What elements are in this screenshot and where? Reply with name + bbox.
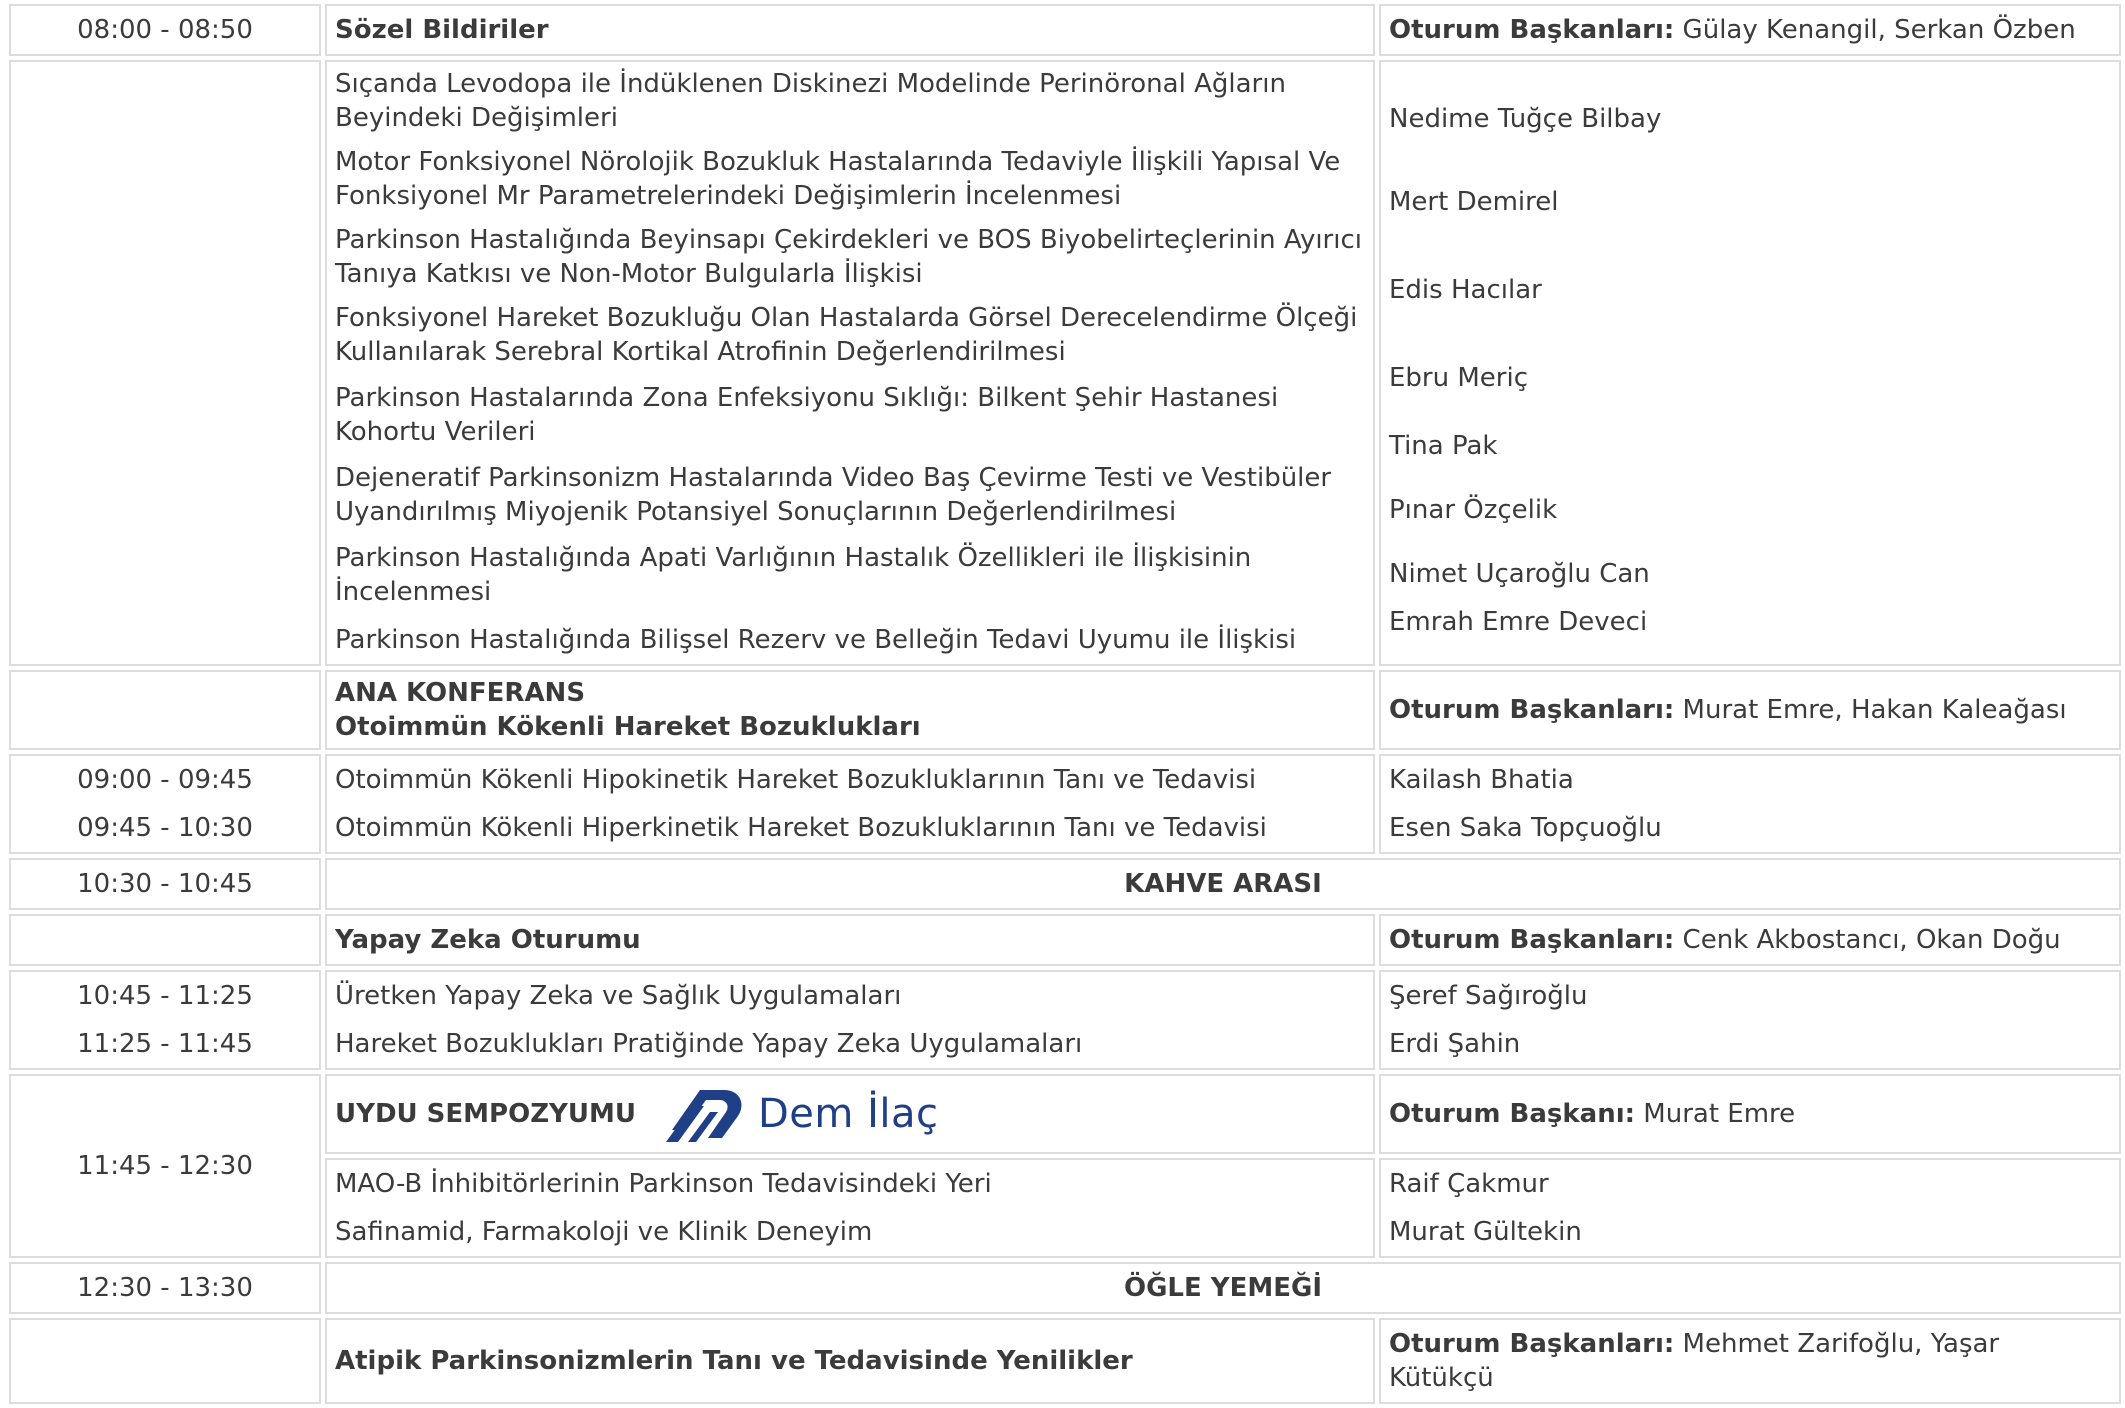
talk-titles: Sıçanda Levodopa ile İndüklenen Diskinez… — [325, 60, 1375, 666]
session-title: Sözel Bildiriler — [325, 4, 1375, 56]
speaker-name: Edis Hacılar — [1389, 275, 1542, 305]
session-header-row: Yapay Zeka Oturumu Oturum Başkanları: Ce… — [9, 914, 2121, 966]
speaker-name: Tina Pak — [1389, 431, 1498, 461]
talk-title: Sıçanda Levodopa ile İndüklenen Diskinez… — [335, 69, 1286, 133]
talks-row: 10:45 - 11:25 11:25 - 11:45 Üretken Yapa… — [9, 970, 2121, 1070]
time-cell-empty — [9, 670, 321, 750]
talk-titles: MAO-B İnhibitörlerinin Parkinson Tedavis… — [325, 1158, 1375, 1258]
speaker-name: Pınar Özçelik — [1389, 495, 1558, 525]
talk-titles: Üretken Yapay Zeka ve Sağlık Uygulamalar… — [325, 970, 1375, 1070]
talk-title: Motor Fonksiyonel Nörolojik Bozukluk Has… — [335, 147, 1341, 211]
chair-label: Oturum Başkanları: — [1389, 15, 1675, 45]
talk-title: Parkinson Hastalarında Zona Enfeksiyonu … — [335, 383, 1279, 447]
chair-names: Murat Emre — [1635, 1099, 1796, 1129]
talk-titles: Otoimmün Kökenli Hipokinetik Hareket Boz… — [325, 754, 1375, 854]
speaker-name: Nedime Tuğçe Bilbay — [1389, 104, 1662, 134]
talk-times: 10:45 - 11:25 11:25 - 11:45 — [9, 970, 321, 1070]
speaker-name: Mert Demirel — [1389, 187, 1559, 217]
time-cell-empty — [9, 914, 321, 966]
talk-title: Fonksiyonel Hareket Bozukluğu Olan Hasta… — [335, 303, 1358, 367]
chair-label: Oturum Başkanı: — [1389, 1099, 1636, 1129]
talk-title: Hareket Bozuklukları Pratiğinde Yapay Ze… — [335, 1029, 1083, 1059]
talks-row: MAO-B İnhibitörlerinin Parkinson Tedavis… — [9, 1158, 2121, 1258]
speaker-name: Nimet Uçaroğlu Can — [1389, 559, 1650, 589]
talk-title: Parkinson Hastalığında Apati Varlığının … — [335, 543, 1252, 607]
talk-title: Otoimmün Kökenli Hiperkinetik Hareket Bo… — [335, 813, 1267, 843]
session-chairs: Oturum Başkanları: Gülay Kenangil, Serka… — [1379, 4, 2121, 56]
time-cell-empty — [9, 60, 321, 666]
talks-row: 09:00 - 09:45 09:45 - 10:30 Otoimmün Kök… — [9, 754, 2121, 854]
talk-title: Parkinson Hastalığında Bilişsel Rezerv v… — [335, 625, 1297, 655]
session-header-row: Atipik Parkinsonizmlerin Tanı ve Tedavis… — [9, 1318, 2121, 1404]
chair-label: Oturum Başkanları: — [1389, 925, 1675, 955]
chair-names: Murat Emre, Hakan Kaleağası — [1674, 695, 2067, 725]
speaker-name: Kailash Bhatia — [1389, 765, 1574, 795]
speaker-name: Ebru Meriç — [1389, 363, 1529, 393]
session-header-row: ANA KONFERANS Otoimmün Kökenli Hareket B… — [9, 670, 2121, 750]
talk-speakers: Raif Çakmur Murat Gültekin — [1379, 1158, 2121, 1258]
break-time: 12:30 - 13:30 — [9, 1262, 321, 1314]
speaker-name: Raif Çakmur — [1389, 1169, 1549, 1199]
talk-title: MAO-B İnhibitörlerinin Parkinson Tedavis… — [335, 1169, 992, 1199]
session-title: ANA KONFERANS Otoimmün Kökenli Hareket B… — [325, 670, 1375, 750]
talk-title: Üretken Yapay Zeka ve Sağlık Uygulamalar… — [335, 981, 902, 1011]
speaker-name: Emrah Emre Deveci — [1389, 607, 1648, 637]
speaker-name: Murat Gültekin — [1389, 1217, 1582, 1247]
talk-title: Otoimmün Kökenli Hipokinetik Hareket Boz… — [335, 765, 1257, 795]
session-time: 11:45 - 12:30 — [9, 1074, 321, 1258]
session-title: UYDU SEMPOZYUMU Dem İlaç — [325, 1074, 1375, 1154]
talk-title: Safinamid, Farmakoloji ve Klinik Deneyim — [335, 1217, 873, 1247]
break-label: ÖĞLE YEMEĞİ — [325, 1262, 2121, 1314]
session-title: Yapay Zeka Oturumu — [325, 914, 1375, 966]
time-cell-empty — [9, 1318, 321, 1404]
chair-names: Gülay Kenangil, Serkan Özben — [1674, 15, 2076, 45]
break-time: 10:30 - 10:45 — [9, 858, 321, 910]
schedule-table: 08:00 - 08:50 Sözel Bildiriler Oturum Ba… — [5, 0, 2125, 1408]
session-chairs: Oturum Başkanları: Cenk Akbostancı, Okan… — [1379, 914, 2121, 966]
session-chairs: Oturum Başkanı: Murat Emre — [1379, 1074, 2121, 1154]
speaker-name: Esen Saka Topçuoğlu — [1389, 813, 1662, 843]
talk-title: Dejeneratif Parkinsonizm Hastalarında Vi… — [335, 463, 1332, 527]
talk-speakers: Nedime Tuğçe Bilbay Mert Demirel Edis Ha… — [1379, 60, 2121, 666]
talks-row: Sıçanda Levodopa ile İndüklenen Diskinez… — [9, 60, 2121, 666]
talk-times: 09:00 - 09:45 09:45 - 10:30 — [9, 754, 321, 854]
chair-names: Cenk Akbostancı, Okan Doğu — [1674, 925, 2061, 955]
speaker-name: Şeref Sağıroğlu — [1389, 981, 1588, 1011]
speaker-name: Erdi Şahin — [1389, 1029, 1521, 1059]
break-label: KAHVE ARASI — [325, 858, 2121, 910]
session-header-row: 11:45 - 12:30 UYDU SEMPOZYUMU Dem İlaç O… — [9, 1074, 2121, 1258]
session-chairs: Oturum Başkanları: Murat Emre, Hakan Kal… — [1379, 670, 2121, 750]
coffee-break-row: 10:30 - 10:45 KAHVE ARASI — [9, 858, 2121, 910]
session-header-row: 08:00 - 08:50 Sözel Bildiriler Oturum Ba… — [9, 4, 2121, 56]
program-page: 08:00 - 08:50 Sözel Bildiriler Oturum Ba… — [0, 0, 2125, 1404]
lunch-break-row: 12:30 - 13:30 ÖĞLE YEMEĞİ — [9, 1262, 2121, 1314]
chair-label: Oturum Başkanları: — [1389, 1329, 1675, 1359]
talk-title: Parkinson Hastalığında Beyinsapı Çekirde… — [335, 225, 1362, 289]
session-chairs: Oturum Başkanları: Mehmet Zarifoğlu, Yaş… — [1379, 1318, 2121, 1404]
talk-speakers: Şeref Sağıroğlu Erdi Şahin — [1379, 970, 2121, 1070]
dem-ilac-logo-icon — [665, 1090, 742, 1142]
session-title: Atipik Parkinsonizmlerin Tanı ve Tedavis… — [325, 1318, 1375, 1404]
talk-speakers: Kailash Bhatia Esen Saka Topçuoğlu — [1379, 754, 2121, 854]
sponsor-logo: Dem İlaç — [664, 1082, 939, 1146]
chair-label: Oturum Başkanları: — [1389, 695, 1675, 725]
session-time: 08:00 - 08:50 — [9, 4, 321, 56]
